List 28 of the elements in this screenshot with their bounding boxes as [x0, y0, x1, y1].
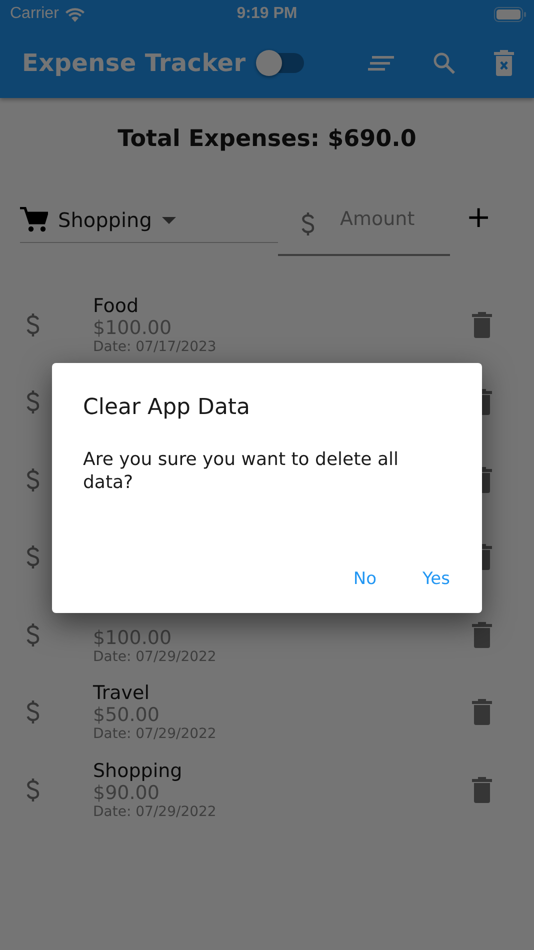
dollar-icon — [26, 390, 40, 414]
search-icon[interactable] — [432, 51, 456, 75]
dollar-icon — [26, 545, 40, 570]
delete-all-icon[interactable] — [494, 50, 514, 76]
category-dropdown[interactable]: Shopping — [20, 200, 278, 243]
dialog-button[interactable]: Yes — [414, 565, 458, 593]
dollar-icon — [26, 778, 40, 802]
carrier-label: Carrier — [10, 5, 59, 23]
dollar-icon — [26, 622, 40, 647]
dollar-icon — [26, 468, 40, 492]
expense-category: Shopping — [93, 760, 184, 782]
dollar-icon — [26, 700, 40, 724]
sort-icon[interactable] — [368, 54, 394, 72]
theme-toggle[interactable] — [258, 53, 304, 73]
total-expenses: Total Expenses: $690.0 — [116, 126, 418, 152]
dialog-title: Clear App Data — [83, 395, 252, 420]
add-button[interactable]: + — [462, 200, 496, 236]
dropdown-caret-icon — [162, 216, 176, 224]
expense-category: Food — [93, 294, 140, 317]
dollar-icon — [26, 312, 40, 337]
expense-category: Travel — [93, 682, 150, 704]
app-title: Expense Tracker — [22, 49, 246, 77]
dialog-button[interactable]: No — [345, 565, 385, 593]
dollar-icon — [301, 212, 315, 236]
status-time: 9:19 PM — [236, 5, 298, 23]
wifi-icon — [64, 6, 85, 22]
dialog-message: Are you sure you want to delete all data? — [83, 448, 400, 494]
cart-icon — [20, 207, 48, 233]
